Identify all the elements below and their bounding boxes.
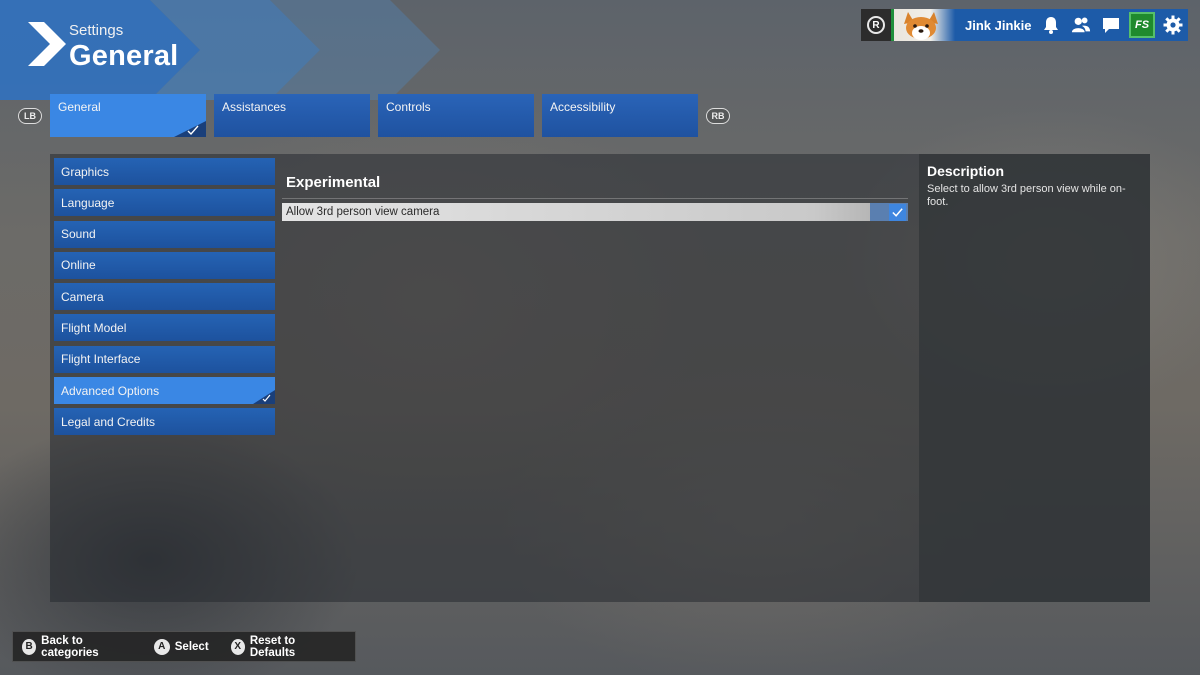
setting-row-3rd-person-camera[interactable]: Allow 3rd person view camera bbox=[282, 203, 908, 221]
sidebar-item-label: Camera bbox=[61, 289, 104, 304]
page-heading: Settings General bbox=[69, 22, 178, 72]
marketplace-icon[interactable]: FS bbox=[1129, 12, 1155, 38]
rank-badge: R bbox=[861, 9, 891, 41]
chat-icon[interactable] bbox=[1096, 9, 1126, 41]
rank-icon: R bbox=[867, 16, 885, 34]
a-button-icon: A bbox=[153, 638, 170, 655]
category-tabs: General Assistances Controls Accessibili… bbox=[50, 94, 698, 137]
avatar[interactable] bbox=[891, 9, 955, 41]
username[interactable]: Jink Jinkie bbox=[965, 18, 1036, 33]
section-title: Experimental bbox=[286, 174, 381, 191]
tab-label: General bbox=[58, 100, 101, 114]
tab-label: Accessibility bbox=[550, 100, 616, 114]
sidebar-item-label: Graphics bbox=[61, 164, 110, 179]
setting-checkbox[interactable] bbox=[870, 203, 908, 221]
notifications-icon[interactable] bbox=[1036, 9, 1066, 41]
tab-assistances[interactable]: Assistances bbox=[214, 94, 370, 137]
sidebar: Graphics Language Sound Online Camera Fl… bbox=[54, 158, 275, 440]
section-divider bbox=[282, 198, 908, 199]
reset-to-defaults-hint[interactable]: X Reset to Defaults bbox=[230, 634, 333, 659]
sidebar-item-legal-and-credits[interactable]: Legal and Credits bbox=[54, 408, 275, 436]
sidebar-item-label: Sound bbox=[61, 227, 96, 242]
sidebar-item-online[interactable]: Online bbox=[54, 251, 275, 279]
sidebar-item-sound[interactable]: Sound bbox=[54, 220, 275, 248]
hint-label: Select bbox=[174, 640, 209, 653]
sidebar-item-label: Online bbox=[61, 258, 96, 273]
button-hints-bar: B Back to categories A Select X Reset to… bbox=[12, 631, 356, 662]
sidebar-item-flight-model[interactable]: Flight Model bbox=[54, 314, 275, 342]
checkbox-checked-icon bbox=[889, 203, 906, 221]
sidebar-item-label: Legal and Credits bbox=[61, 414, 156, 429]
select-hint[interactable]: A Select bbox=[153, 638, 209, 655]
hint-label: Reset to Defaults bbox=[249, 634, 296, 659]
b-button-icon: B bbox=[22, 638, 37, 655]
sidebar-item-language[interactable]: Language bbox=[54, 189, 275, 217]
user-bar: R Jink Jinkie FS bbox=[861, 9, 1188, 41]
setting-label: Allow 3rd person view camera bbox=[286, 206, 440, 218]
description-panel: Description Select to allow 3rd person v… bbox=[919, 154, 1150, 602]
sidebar-item-graphics[interactable]: Graphics bbox=[54, 158, 275, 185]
tab-label: Controls bbox=[386, 100, 431, 114]
checkmark-icon bbox=[253, 390, 275, 405]
x-button-icon: X bbox=[230, 638, 245, 655]
dog-avatar-icon bbox=[904, 12, 938, 40]
description-text: Select to allow 3rd person view while on… bbox=[927, 183, 1126, 208]
sidebar-item-camera[interactable]: Camera bbox=[54, 283, 275, 311]
sidebar-item-label: Language bbox=[61, 195, 115, 210]
tab-general[interactable]: General bbox=[50, 94, 206, 137]
sidebar-item-advanced-options[interactable]: Advanced Options bbox=[54, 377, 275, 405]
tab-accessibility[interactable]: Accessibility bbox=[542, 94, 698, 137]
page-title: General bbox=[69, 40, 179, 72]
description-title: Description bbox=[927, 163, 1005, 179]
settings-content: Experimental Allow 3rd person view camer… bbox=[282, 158, 908, 221]
breadcrumb: Settings bbox=[69, 22, 124, 39]
friends-icon[interactable] bbox=[1066, 9, 1096, 41]
tab-controls[interactable]: Controls bbox=[378, 94, 534, 137]
tab-label: Assistances bbox=[222, 100, 287, 114]
sidebar-item-flight-interface[interactable]: Flight Interface bbox=[54, 345, 275, 373]
sidebar-item-label: Flight Interface bbox=[61, 352, 141, 367]
sidebar-item-label: Flight Model bbox=[61, 320, 127, 335]
back-to-categories-hint[interactable]: B Back to categories bbox=[22, 635, 132, 659]
checkmark-icon bbox=[174, 121, 206, 137]
gear-icon[interactable] bbox=[1158, 9, 1188, 41]
sidebar-item-label: Advanced Options bbox=[61, 383, 160, 398]
hint-label: Back to categories bbox=[41, 634, 99, 659]
lb-bumper-icon[interactable]: LB bbox=[18, 108, 42, 124]
rb-bumper-icon[interactable]: RB bbox=[706, 108, 730, 124]
